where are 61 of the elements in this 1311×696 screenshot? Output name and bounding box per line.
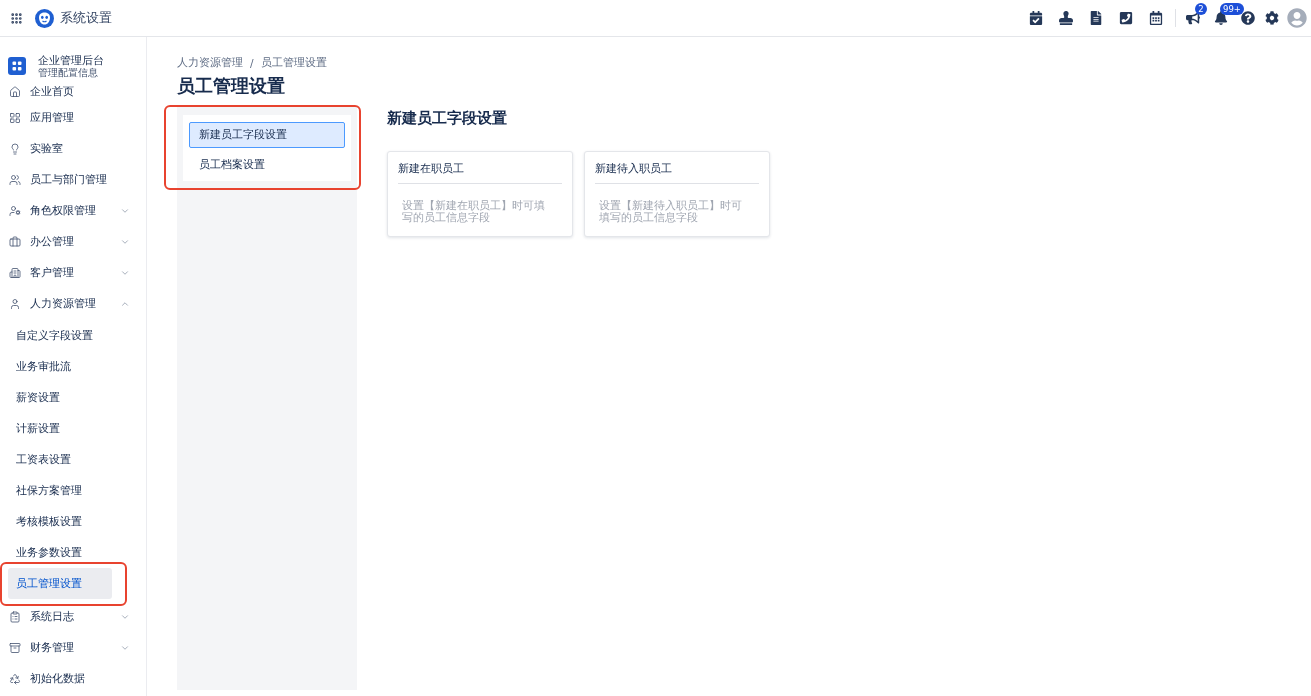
notification-count: 99+ bbox=[1220, 3, 1244, 15]
logo-icon bbox=[35, 8, 54, 28]
settings-icon[interactable] bbox=[1265, 11, 1279, 25]
sidebar-item[interactable]: 企业首页 bbox=[0, 82, 146, 102]
building-icon bbox=[9, 266, 21, 279]
app-grid-icon bbox=[8, 57, 26, 75]
section-title: 新建员工字段设置 bbox=[387, 108, 507, 128]
sidebar-subitem[interactable]: 社保方案管理 bbox=[8, 475, 112, 506]
sidebar-item[interactable]: 角色权限管理 bbox=[0, 195, 146, 226]
lightbulb-icon bbox=[9, 142, 21, 155]
phone-icon[interactable] bbox=[1119, 11, 1133, 25]
sidebar-subitem[interactable]: 业务审批流 bbox=[8, 351, 112, 382]
user-gear-icon bbox=[9, 204, 21, 217]
sidebar-item[interactable]: 系统日志 bbox=[0, 601, 146, 632]
document-icon[interactable] bbox=[1089, 11, 1103, 25]
grid-icon bbox=[9, 111, 21, 124]
settings-card[interactable]: 新建待入职员工 设置【新建待入职员工】时可填写的员工信息字段 bbox=[584, 151, 770, 237]
settings-card[interactable]: 新建在职员工 设置【新建在职员工】时可填写的员工信息字段 bbox=[387, 151, 573, 237]
app-title: 系统设置 bbox=[60, 9, 112, 27]
stamp-icon[interactable] bbox=[1059, 11, 1073, 25]
sidebar-subitem[interactable]: 考核模板设置 bbox=[8, 506, 112, 537]
sidebar-item[interactable]: 人力资源管理 bbox=[0, 288, 146, 319]
card-title: 新建待入职员工 bbox=[595, 161, 672, 175]
card-description: 设置【新建待入职员工】时可填写的员工信息字段 bbox=[599, 199, 743, 223]
sidebar-subitem[interactable]: 业务参数设置 bbox=[8, 537, 112, 568]
sidebar-item[interactable]: 实验室 bbox=[0, 133, 146, 164]
announcement-count: 2 bbox=[1195, 3, 1207, 15]
breadcrumb-item: 员工管理设置 bbox=[260, 56, 327, 70]
notifications-icon[interactable] bbox=[1214, 11, 1228, 25]
clipboard-icon bbox=[9, 610, 21, 623]
sidebar-item[interactable]: 应用管理 bbox=[0, 102, 146, 133]
app-launcher-icon[interactable] bbox=[10, 11, 23, 25]
home-icon bbox=[9, 86, 21, 98]
sidebar-subitem[interactable]: 计薪设置 bbox=[8, 413, 112, 444]
card-title: 新建在职员工 bbox=[398, 161, 464, 175]
sidebar-item[interactable]: 客户管理 bbox=[0, 257, 146, 288]
calendar-check-icon[interactable] bbox=[1029, 11, 1043, 25]
sidebar-item[interactable]: 财务管理 bbox=[0, 632, 146, 663]
card-description: 设置【新建在职员工】时可填写的员工信息字段 bbox=[402, 199, 546, 223]
workspace-title: 企业管理后台 bbox=[38, 53, 104, 67]
megaphone-icon[interactable] bbox=[1186, 11, 1200, 25]
sidebar-item[interactable]: 初始化数据 bbox=[0, 663, 146, 694]
page-title: 员工管理设置 bbox=[177, 74, 285, 98]
sidebar-item[interactable]: 办公管理 bbox=[0, 226, 146, 257]
sidebar-subitem[interactable]: 工资表设置 bbox=[8, 444, 112, 475]
user-icon bbox=[9, 297, 21, 310]
sidebar-item[interactable]: 员工与部门管理 bbox=[0, 164, 146, 195]
briefcase-icon bbox=[9, 235, 21, 248]
help-icon[interactable] bbox=[1241, 11, 1255, 25]
breadcrumb-item[interactable]: 人力资源管理 bbox=[177, 56, 243, 70]
workspace-subtitle: 管理配置信息 bbox=[38, 66, 99, 79]
recycle-icon bbox=[9, 672, 21, 685]
calendar-icon[interactable] bbox=[1149, 11, 1163, 25]
submenu-item[interactable]: 员工档案设置 bbox=[189, 152, 345, 178]
sidebar-subitem[interactable]: 员工管理设置 bbox=[8, 568, 112, 599]
archive-icon bbox=[9, 641, 21, 654]
sidebar-subitem[interactable]: 薪资设置 bbox=[8, 382, 112, 413]
breadcrumb-separator: / bbox=[250, 57, 254, 69]
sidebar-subitem[interactable]: 自定义字段设置 bbox=[8, 320, 112, 351]
users-icon bbox=[9, 173, 21, 186]
submenu-item[interactable]: 新建员工字段设置 bbox=[189, 122, 345, 148]
